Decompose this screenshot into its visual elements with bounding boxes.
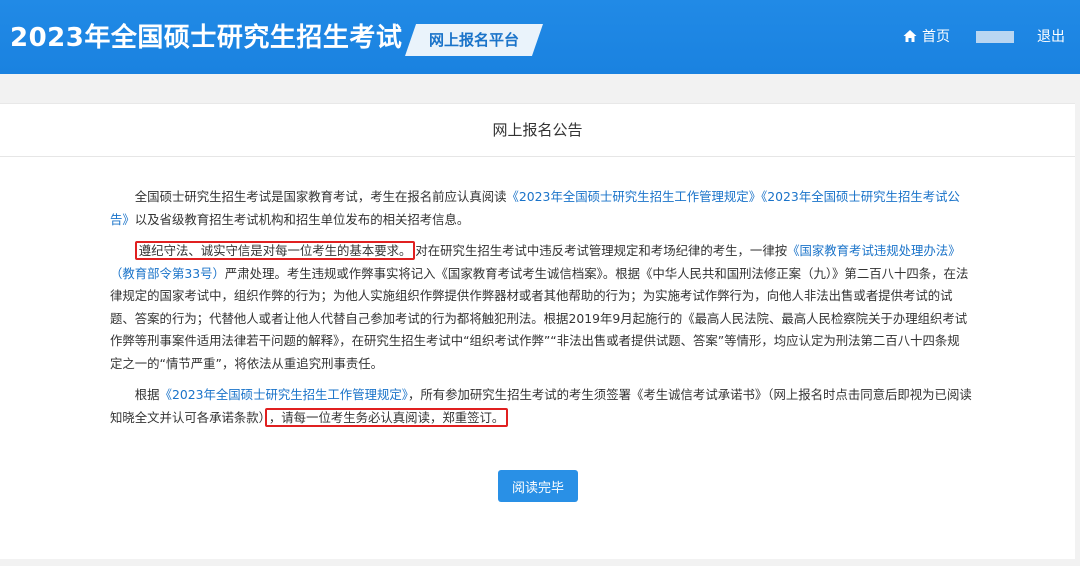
notice-paragraph-2: 遵纪守法、诚实守信是对每一位考生的基本要求。 对在研究生招生考试中违反考试管理规定…: [110, 240, 972, 375]
p1-text-1: 全国硕士研究生招生考试是国家教育考试，考生在报名前应认真阅读: [134, 189, 507, 204]
notice-paragraph-1: 全国硕士研究生招生考试是国家教育考试，考生在报名前应认真阅读《2023年全国硕士…: [110, 186, 972, 231]
link-management-rules-2[interactable]: 《2023年全国硕士研究生招生工作管理规定》: [160, 387, 408, 402]
top-header-bar: 2023年全国硕士研究生招生考试 网上报名平台 首页 退出: [0, 0, 1080, 74]
notice-card: 网上报名公告 全国硕士研究生招生考试是国家教育考试，考生在报名前应认真阅读《20…: [0, 103, 1075, 559]
platform-label: 网上报名平台: [428, 31, 519, 49]
notice-paragraph-3: 根据《2023年全国硕士研究生招生工作管理规定》，所有参加研究生招生考试的考生须…: [110, 384, 972, 429]
p2-text-2: 严肃处理。考生违规或作弊事实将记入《国家教育考试考生诚信档案》。根据《中华人民共…: [110, 265, 969, 371]
username-placeholder: [976, 31, 1014, 43]
p1-text-2: 以及省级教育招生考试机构和招生单位发布的相关招考信息。: [134, 211, 470, 227]
logout-link[interactable]: 退出: [1037, 27, 1065, 47]
p3-text-1: 根据: [134, 387, 160, 402]
home-label: 首页: [922, 29, 950, 45]
home-icon: [903, 30, 917, 42]
highlight-basic-requirement: 遵纪守法、诚实守信是对每一位考生的基本要求。: [134, 241, 416, 260]
read-complete-button[interactable]: 阅读完毕: [498, 470, 578, 502]
home-link[interactable]: 首页: [903, 27, 950, 47]
highlight-sign-request: ，请每一位考生务必认真阅读，郑重签订。: [264, 407, 509, 427]
notice-content: 全国硕士研究生招生考试是国家教育考试，考生在报名前应认真阅读《2023年全国硕士…: [110, 186, 972, 438]
notice-title: 网上报名公告: [0, 104, 1075, 157]
platform-tag: 网上报名平台: [405, 24, 543, 56]
site-title: 2023年全国硕士研究生招生考试: [10, 23, 403, 53]
p2-text-1: 对在研究生招生考试中违反考试管理规定和考场纪律的考生，一律按: [415, 243, 788, 258]
link-management-rules[interactable]: 《2023年全国硕士研究生招生工作管理规定》: [507, 189, 762, 204]
